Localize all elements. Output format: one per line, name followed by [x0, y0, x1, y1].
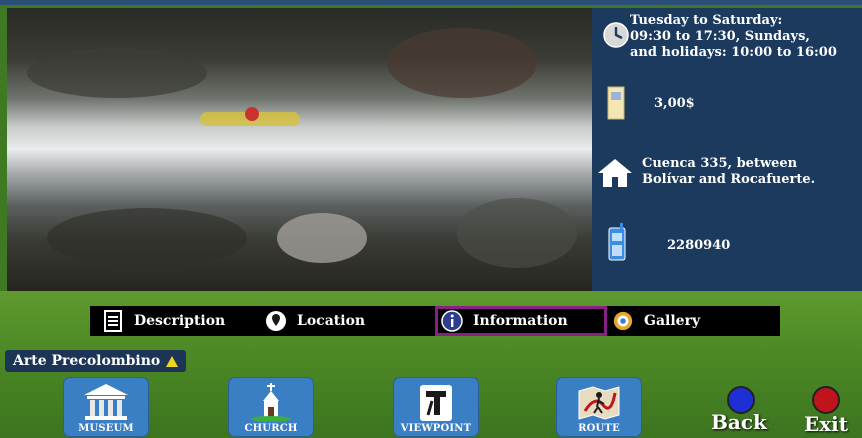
museum-button[interactable]: MUSEUM	[63, 377, 149, 437]
menu-label-information: Information	[473, 313, 568, 329]
menu-item-location[interactable]: Location	[265, 306, 405, 336]
info-icon	[441, 310, 463, 332]
camera-icon	[612, 310, 634, 332]
route-map-icon	[578, 386, 620, 420]
church-button[interactable]: CHURCH	[228, 377, 314, 437]
rock-shape	[47, 208, 247, 268]
route-button[interactable]: ROUTE	[556, 377, 642, 437]
viewpoint-icon	[420, 385, 452, 421]
church-label: CHURCH	[244, 423, 298, 434]
address-line-2: Bolívar and Rocafuerte.	[642, 172, 816, 187]
menu-item-information[interactable]: Information	[435, 306, 607, 336]
place-name-label: Arte Precolombino	[5, 350, 187, 372]
rock-shape	[277, 213, 367, 263]
place-name: Arte Precolombino	[13, 353, 161, 369]
viewpoint-label: VIEWPOINT	[400, 423, 472, 434]
menu-label-location: Location	[297, 313, 366, 329]
document-icon	[102, 310, 124, 332]
schedule-line-1: Tuesday to Saturday:	[630, 13, 783, 28]
ticket-icon	[607, 86, 625, 120]
menu-item-gallery[interactable]: Gallery	[612, 306, 752, 336]
price-value: 3,00$	[654, 96, 695, 111]
menu-item-description[interactable]: Description	[102, 306, 242, 336]
rock-shape	[387, 28, 537, 98]
phone-icon	[608, 223, 626, 261]
information-panel: Tuesday to Saturday: 09:30 to 17:30, Sun…	[592, 8, 862, 291]
schedule-line-2: 09:30 to 17:30, Sundays,	[630, 29, 810, 44]
house-icon	[598, 159, 632, 187]
warning-triangle-icon	[166, 355, 179, 367]
top-border	[0, 0, 862, 5]
phone-number: 2280940	[667, 238, 731, 253]
museum-label: MUSEUM	[78, 423, 134, 434]
route-label: ROUTE	[578, 423, 620, 434]
section-menu: Description Location Information Gallery	[90, 306, 780, 336]
address-line-1: Cuenca 335, between	[642, 156, 798, 171]
clock-icon	[603, 22, 629, 48]
church-icon	[251, 383, 291, 422]
viewpoint-button[interactable]: VIEWPOINT	[393, 377, 479, 437]
kayaker-helmet-icon	[245, 107, 259, 121]
menu-label-gallery: Gallery	[644, 313, 701, 329]
museum-icon	[84, 384, 128, 420]
exit-label[interactable]: Exit	[804, 412, 848, 436]
schedule-line-3: and holidays: 10:00 to 16:00	[630, 45, 837, 60]
location-pin-icon	[265, 310, 287, 332]
exit-button[interactable]	[812, 386, 840, 414]
back-label[interactable]: Back	[711, 410, 767, 434]
video-player[interactable]	[7, 8, 592, 291]
rock-shape	[27, 48, 207, 98]
rock-shape	[457, 198, 577, 268]
menu-label-description: Description	[134, 313, 226, 329]
